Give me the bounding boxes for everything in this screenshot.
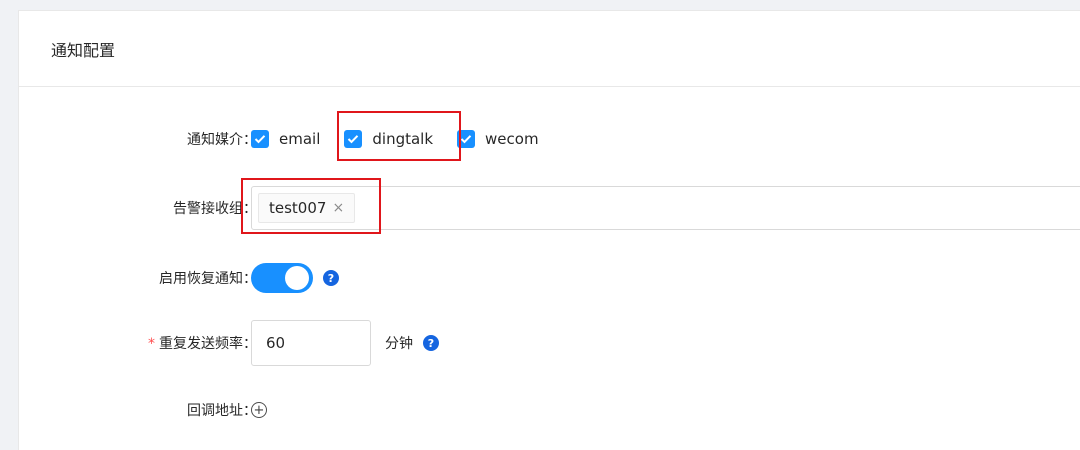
groups-label: 告警接收组： bbox=[173, 201, 257, 217]
add-callback-icon[interactable]: + bbox=[251, 402, 267, 418]
groups-row: 告警接收组： test007 × bbox=[19, 186, 1080, 230]
notification-config-card: 通知配置 通知媒介： email dingtalk wecom 告警接收组： t… bbox=[18, 10, 1080, 450]
recovery-label: 启用恢复通知： bbox=[159, 271, 257, 287]
repeat-label-text: 重复发送频率： bbox=[159, 336, 257, 352]
unit-label: 分钟 bbox=[385, 336, 413, 352]
repeat-row: *重复发送频率： 分钟 ? bbox=[19, 320, 1080, 366]
checkbox-wecom[interactable]: wecom bbox=[457, 130, 539, 148]
media-row: 通知媒介： email dingtalk wecom bbox=[19, 121, 1080, 157]
recovery-controls: ? bbox=[251, 263, 339, 293]
close-icon[interactable]: × bbox=[332, 200, 344, 216]
receiver-group-select[interactable]: test007 × bbox=[251, 186, 1080, 230]
repeat-controls: 分钟 ? bbox=[251, 320, 439, 366]
repeat-label: * 重复发送频率： bbox=[148, 333, 257, 353]
help-icon[interactable]: ? bbox=[423, 335, 439, 351]
checkbox-email[interactable]: email bbox=[251, 130, 320, 148]
checkbox-wecom-label: wecom bbox=[485, 130, 539, 148]
recovery-toggle[interactable] bbox=[251, 263, 313, 293]
checkbox-email-label: email bbox=[279, 130, 321, 148]
check-icon bbox=[457, 130, 476, 148]
group-tag-label: test007 bbox=[269, 199, 327, 217]
group-tag: test007 × bbox=[258, 193, 356, 223]
card-title: 通知配置 bbox=[51, 40, 116, 60]
media-label: 通知媒介： bbox=[187, 132, 257, 148]
card-header: 通知配置 bbox=[19, 11, 1080, 87]
toggle-knob bbox=[285, 266, 309, 290]
check-icon bbox=[344, 130, 363, 148]
checkbox-dingtalk[interactable]: dingtalk bbox=[344, 130, 433, 148]
required-mark: * bbox=[148, 336, 155, 352]
media-options: email dingtalk wecom bbox=[251, 130, 539, 148]
recovery-row: 启用恢复通知： ? bbox=[19, 261, 1080, 295]
callback-controls: + bbox=[251, 402, 267, 418]
help-icon[interactable]: ? bbox=[323, 270, 339, 286]
check-icon bbox=[251, 130, 269, 148]
repeat-interval-input[interactable] bbox=[251, 320, 371, 366]
callback-label: 回调地址： bbox=[187, 403, 257, 419]
callback-row: 回调地址： + bbox=[19, 397, 1080, 423]
checkbox-dingtalk-label: dingtalk bbox=[372, 130, 434, 148]
